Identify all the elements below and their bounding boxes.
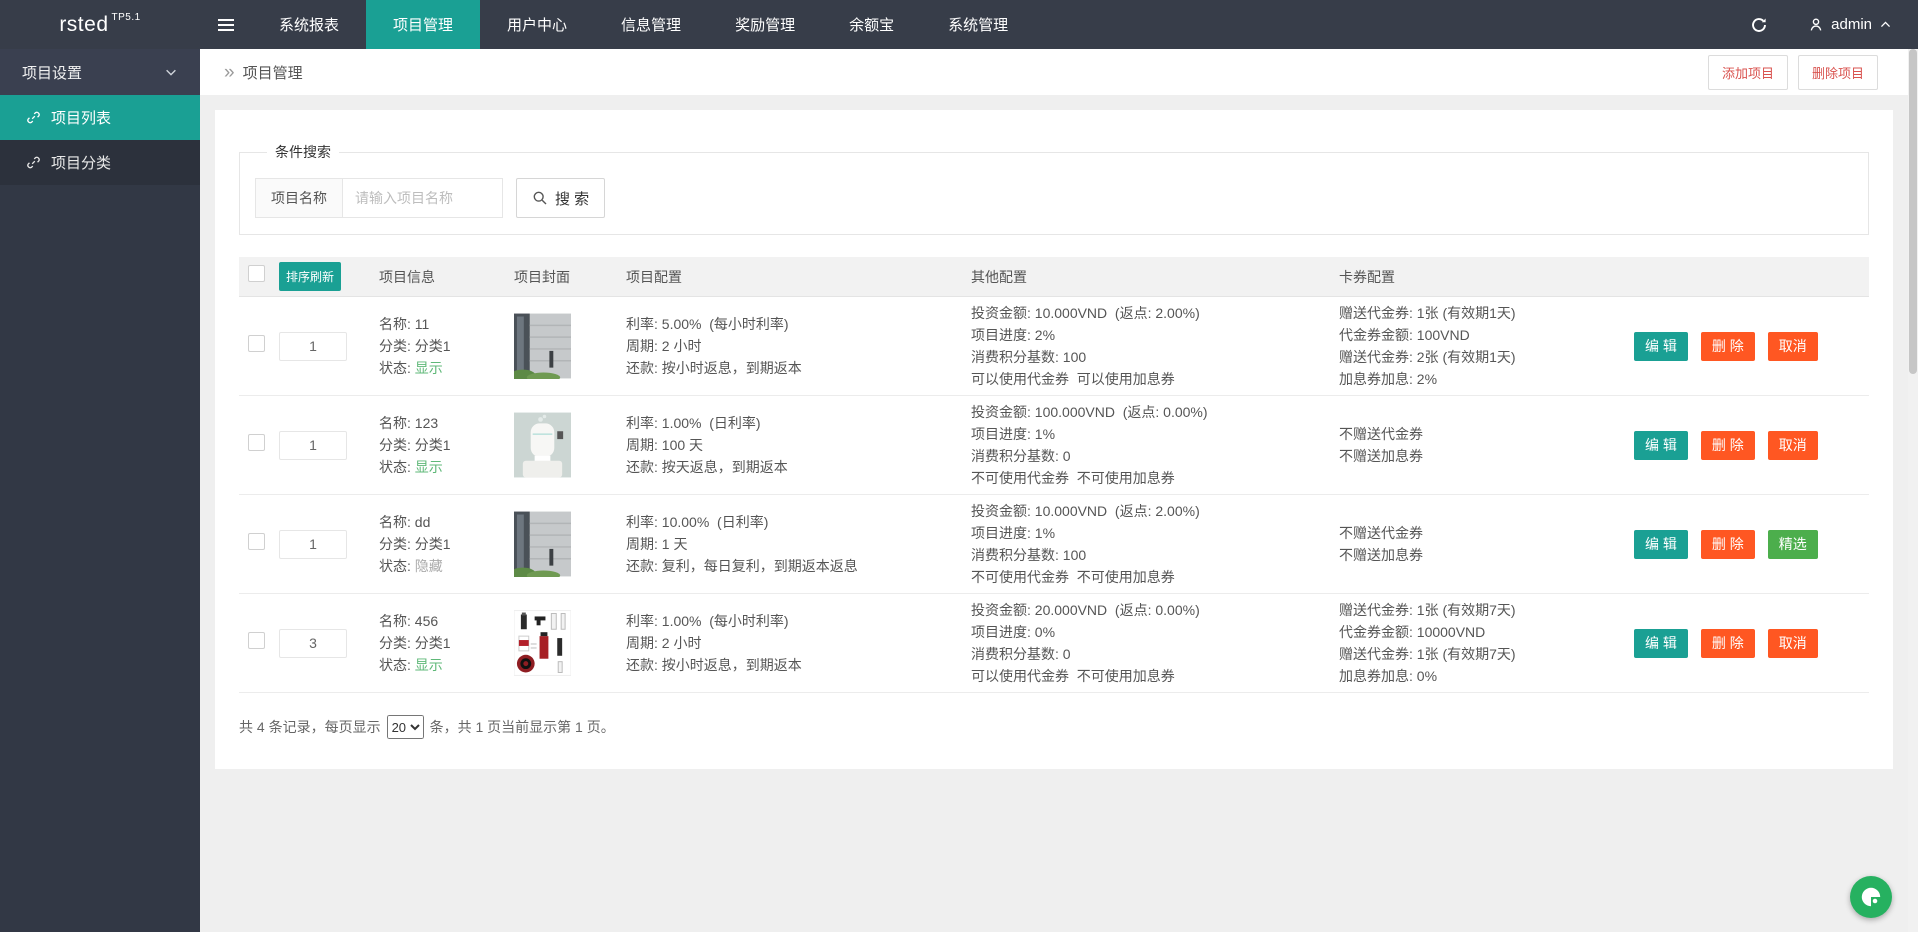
table-row: 名称: 123 分类: 分类1 状态: 显示 (239, 396, 1869, 495)
project-category: 分类: 分类1 (379, 635, 451, 651)
status-badge: 隐藏 (414, 558, 443, 574)
nav-item-projects[interactable]: 项目管理 (366, 0, 481, 49)
table-header-row: 排序刷新 项目信息 项目封面 项目配置 其他配置 卡券配置 (239, 257, 1869, 297)
row-checkbox[interactable] (248, 532, 265, 550)
header-other-config: 其他配置 (971, 268, 1027, 285)
refresh-icon[interactable] (1750, 16, 1768, 34)
edit-button[interactable]: 编 辑 (1634, 628, 1688, 658)
cancel-button[interactable]: 取消 (1767, 430, 1818, 460)
search-button[interactable]: 搜 索 (516, 178, 606, 218)
top-bar: rsted TP5.1 系统报表 项目管理 用户中心 信息管理 奖励管理 余额宝… (0, 0, 1918, 49)
project-name-label: 项目名称 (255, 178, 343, 218)
floating-service-button[interactable] (1850, 876, 1892, 918)
header-project-info: 项目信息 (379, 268, 435, 285)
project-cover-image (514, 313, 571, 379)
user-icon (1810, 18, 1822, 31)
sort-refresh-button[interactable]: 排序刷新 (279, 262, 342, 291)
chevron-up-icon (1880, 21, 1891, 27)
sort-input[interactable] (279, 430, 347, 460)
header-project-cover: 项目封面 (514, 268, 570, 285)
nav-item-reports[interactable]: 系统报表 (252, 0, 366, 49)
pagination: 共 4 条记录，每页显示 20 条，共 1 页当前显示第 1 页。 (239, 715, 1869, 739)
nav-item-system[interactable]: 系统管理 (921, 0, 1035, 49)
sidebar-item-project-category[interactable]: 项目分类 (0, 140, 200, 185)
row-checkbox[interactable] (248, 334, 265, 352)
menu-toggle-icon[interactable] (200, 0, 252, 49)
breadcrumb-bar: » 项目管理 添加项目 删除项目 (200, 49, 1918, 95)
project-category: 分类: 分类1 (379, 437, 451, 453)
table-row: 名称: 11 分类: 分类1 状态: 显示 利率: 5.00% ( (239, 297, 1869, 396)
cancel-button[interactable]: 取消 (1767, 628, 1818, 658)
sidebar: 项目设置 项目列表 项目分类 (0, 49, 200, 932)
service-icon (1861, 887, 1881, 907)
sort-input[interactable] (279, 331, 347, 361)
nav-item-yuebao[interactable]: 余额宝 (822, 0, 921, 49)
scrollbar-thumb[interactable] (1909, 49, 1917, 374)
app-logo[interactable]: rsted TP5.1 (0, 0, 200, 49)
link-icon (27, 156, 40, 169)
delete-button[interactable]: 删 除 (1700, 331, 1755, 361)
delete-project-button[interactable]: 删除项目 (1797, 54, 1878, 90)
cancel-button[interactable]: 取消 (1767, 331, 1818, 361)
page-title: 项目管理 (242, 64, 303, 82)
link-icon (27, 111, 40, 124)
project-name: 名称: 456 (379, 613, 439, 629)
nav-item-messages[interactable]: 信息管理 (594, 0, 708, 49)
user-menu[interactable]: admin (1808, 16, 1892, 33)
project-table: 排序刷新 项目信息 项目封面 项目配置 其他配置 卡券配置 名称: 11 分类:… (239, 257, 1869, 693)
project-cover-image (514, 412, 571, 478)
main-content: » 项目管理 添加项目 删除项目 条件搜索 项目名称 搜 索 排序刷新 (200, 49, 1918, 932)
edit-button[interactable]: 编 辑 (1634, 430, 1688, 460)
pagination-summary: 共 4 条记录，每页显示 (239, 719, 381, 735)
project-cover-image (514, 511, 571, 577)
delete-button[interactable]: 删 除 (1700, 628, 1755, 658)
project-name-input[interactable] (343, 178, 503, 218)
project-category: 分类: 分类1 (379, 338, 451, 354)
delete-button[interactable]: 删 除 (1700, 529, 1755, 559)
project-name: 名称: 123 (379, 415, 439, 431)
nav-item-users[interactable]: 用户中心 (480, 0, 594, 49)
sort-input[interactable] (279, 628, 347, 658)
status-badge: 显示 (414, 459, 443, 475)
row-checkbox[interactable] (248, 433, 265, 451)
username: admin (1831, 16, 1872, 33)
header-card-config: 卡券配置 (1339, 268, 1395, 285)
select-all-checkbox[interactable] (248, 265, 265, 282)
pagination-detail: 条，共 1 页当前显示第 1 页。 (429, 719, 615, 735)
add-project-button[interactable]: 添加项目 (1707, 54, 1788, 90)
delete-button[interactable]: 删 除 (1700, 430, 1755, 460)
nav-item-rewards[interactable]: 奖励管理 (708, 0, 822, 49)
project-name: 名称: 11 (379, 316, 430, 332)
search-legend: 条件搜索 (275, 144, 331, 160)
row-checkbox[interactable] (248, 631, 265, 649)
sidebar-group-project-settings[interactable]: 项目设置 (0, 49, 200, 95)
edit-button[interactable]: 编 辑 (1634, 331, 1688, 361)
sort-input[interactable] (279, 529, 347, 559)
chevron-down-icon (166, 69, 176, 76)
project-name: 名称: dd (379, 514, 431, 530)
table-row: 名称: dd 分类: 分类1 状态: 隐藏 利率: 10.00% (239, 495, 1869, 594)
vertical-scrollbar (1908, 49, 1918, 932)
page-size-select[interactable]: 20 (386, 715, 424, 739)
project-cover-image (514, 610, 571, 676)
project-list-panel: 条件搜索 项目名称 搜 索 排序刷新 项目信息 项目封面 项目配置 其他配置 卡… (215, 110, 1893, 769)
app-logo-version: TP5.1 (111, 12, 141, 23)
search-icon (533, 191, 547, 205)
search-fieldset: 条件搜索 项目名称 搜 索 (239, 142, 1869, 235)
top-nav: 系统报表 项目管理 用户中心 信息管理 奖励管理 余额宝 系统管理 (252, 0, 1035, 49)
header-project-config: 项目配置 (626, 268, 682, 285)
status-badge: 显示 (414, 657, 443, 673)
status-badge: 显示 (414, 360, 443, 376)
project-category: 分类: 分类1 (379, 536, 451, 552)
app-logo-text: rsted (59, 12, 109, 36)
featured-button[interactable]: 精选 (1767, 529, 1818, 559)
breadcrumb: » 项目管理 (224, 62, 303, 83)
sidebar-item-project-list[interactable]: 项目列表 (0, 95, 200, 140)
breadcrumb-chevrons-icon: » (224, 61, 235, 83)
edit-button[interactable]: 编 辑 (1634, 529, 1688, 559)
table-row: 名称: 456 分类: 分类1 状态: 显示 (239, 594, 1869, 693)
